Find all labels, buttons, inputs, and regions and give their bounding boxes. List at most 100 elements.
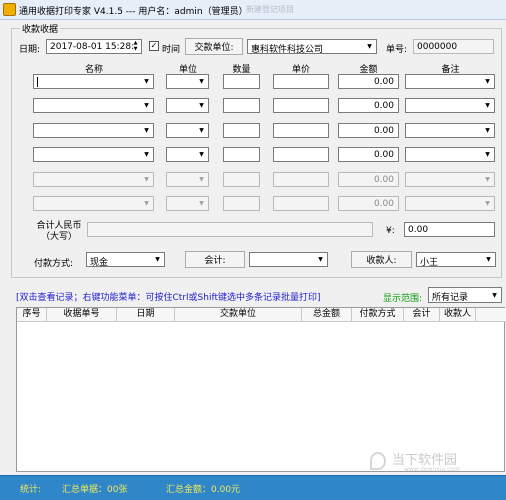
- date-spin-icon[interactable]: ▲ ▼: [131, 40, 140, 53]
- chevron-down-icon: ▼: [485, 200, 490, 207]
- date-label: 日期:: [19, 45, 41, 55]
- item-price-field: [273, 196, 329, 211]
- chevron-down-icon[interactable]: ▼: [196, 125, 207, 136]
- chevron-down-icon[interactable]: ▼: [482, 76, 493, 87]
- status-total-amount: 汇总金额：0.00元: [166, 485, 241, 495]
- chevron-down-icon[interactable]: ▼: [483, 254, 494, 265]
- yen-field[interactable]: 0.00: [404, 222, 495, 237]
- item-price-field[interactable]: [273, 74, 329, 89]
- payer-select[interactable]: 惠科软件科技公司 ▼: [247, 39, 377, 55]
- item-name-select: ▼: [33, 196, 154, 211]
- chevron-down-icon: ▼: [485, 176, 490, 183]
- status-total-count: 汇总单据：00张: [62, 485, 128, 495]
- chevron-down-icon[interactable]: ▼: [196, 149, 207, 160]
- pay-method-select[interactable]: 现金 ▼: [86, 252, 165, 268]
- chevron-down-icon[interactable]: ▼: [364, 41, 375, 52]
- item-qty-field[interactable]: [223, 123, 260, 138]
- total-select[interactable]: ▼: [249, 252, 328, 267]
- chevron-down-icon[interactable]: ▼: [152, 254, 163, 265]
- grid-col-header[interactable]: 会计: [404, 308, 440, 322]
- status-bar: 统计: 汇总单据：00张 汇总金额：0.00元: [0, 475, 506, 500]
- item-note-select: ▼: [405, 196, 495, 211]
- item-amount-field[interactable]: 0.00: [338, 98, 399, 113]
- chevron-down-icon[interactable]: ▼: [141, 100, 152, 111]
- item-price-field: [273, 172, 329, 187]
- total-button[interactable]: 会计:: [185, 251, 245, 268]
- item-amount-field[interactable]: 0.00: [338, 74, 399, 89]
- grid-col-header[interactable]: 日期: [117, 308, 175, 322]
- item-qty-field[interactable]: [223, 74, 260, 89]
- chevron-down-icon: ▼: [144, 176, 149, 183]
- chevron-down-icon[interactable]: ▼: [489, 289, 500, 301]
- date-field[interactable]: 2017-08-01 15:28: ▲ ▼: [46, 39, 142, 54]
- item-note-select[interactable]: ▼: [405, 123, 495, 138]
- item-amount-field: 0.00: [338, 172, 399, 187]
- chevron-down-icon: ▼: [144, 200, 149, 207]
- hint-text: [双击查看记录；右键功能菜单：可按住Ctrl或Shift键选中多条记录批量打印]: [16, 293, 321, 303]
- time-label: 时间: [162, 45, 181, 55]
- item-name-select[interactable]: ▼: [33, 74, 154, 89]
- item-qty-field: [223, 172, 260, 187]
- group-title: 收款收据: [20, 22, 61, 35]
- item-qty-field: [223, 196, 260, 211]
- item-note-select[interactable]: ▼: [405, 98, 495, 113]
- grid-col-header[interactable]: 交款单位: [175, 308, 302, 322]
- records-table[interactable]: 序号 收据单号 日期 交款单位 总金额 付款方式 会计 收款人: [16, 307, 506, 472]
- payer-button[interactable]: 交款单位:: [185, 38, 243, 55]
- item-amount-field: 0.00: [338, 196, 399, 211]
- chevron-down-icon[interactable]: ▼: [141, 76, 152, 87]
- item-name-select[interactable]: ▼: [33, 123, 154, 138]
- chevron-down-icon[interactable]: ▼: [141, 149, 152, 160]
- window-title: 通用收据打印专家 V4.1.5 --- 用户名：admin（管理员）: [19, 7, 248, 17]
- item-name-select[interactable]: ▼: [33, 147, 154, 162]
- item-unit-select[interactable]: ▼: [166, 123, 209, 138]
- grid-col-header[interactable]: 序号: [17, 308, 47, 322]
- yen-label: ¥:: [386, 226, 395, 236]
- item-price-field[interactable]: [273, 98, 329, 113]
- grid-col-header[interactable]: 收据单号: [47, 308, 117, 322]
- text-caret: [37, 77, 38, 87]
- range-select[interactable]: 所有记录 ▼: [428, 287, 502, 303]
- chevron-down-icon: ▼: [199, 200, 204, 207]
- grid-col-header[interactable]: 总金额: [302, 308, 352, 322]
- chevron-down-icon[interactable]: ▼: [141, 125, 152, 136]
- item-amount-field[interactable]: 0.00: [338, 123, 399, 138]
- grid-col-header[interactable]: 收款人: [440, 308, 476, 322]
- receipt-no-field: 0000000: [413, 39, 494, 54]
- chevron-down-icon[interactable]: ▼: [196, 76, 207, 87]
- item-unit-select: ▼: [166, 196, 209, 211]
- item-unit-select[interactable]: ▼: [166, 98, 209, 113]
- range-label: 显示范围:: [383, 294, 423, 304]
- chevron-down-icon[interactable]: ▼: [315, 254, 326, 265]
- item-note-select: ▼: [405, 172, 495, 187]
- item-name-select: ▼: [33, 172, 154, 187]
- total-rmb-field: [87, 222, 373, 237]
- chevron-down-icon[interactable]: ▼: [196, 100, 207, 111]
- watermark-sub: www.downxia.com: [404, 466, 460, 473]
- payee-button[interactable]: 收款人:: [351, 251, 412, 268]
- chevron-down-icon: ▼: [199, 176, 204, 183]
- time-checkbox[interactable]: ✓: [149, 41, 159, 51]
- status-label: 统计:: [20, 485, 42, 495]
- item-price-field[interactable]: [273, 123, 329, 138]
- item-qty-field[interactable]: [223, 98, 260, 113]
- item-unit-select[interactable]: ▼: [166, 74, 209, 89]
- chevron-down-icon[interactable]: ▼: [482, 125, 493, 136]
- total-rmb-label: 合计人民币 （大写）: [36, 221, 82, 242]
- grid-col-header[interactable]: 付款方式: [352, 308, 404, 322]
- item-note-select[interactable]: ▼: [405, 147, 495, 162]
- app-icon: [3, 3, 16, 16]
- pay-method-label: 付款方式:: [34, 259, 74, 269]
- item-amount-field[interactable]: 0.00: [338, 147, 399, 162]
- watermark-logo-icon: [370, 452, 386, 470]
- item-name-select[interactable]: ▼: [33, 98, 154, 113]
- table-header: 序号 收据单号 日期 交款单位 总金额 付款方式 会计 收款人: [17, 308, 506, 322]
- payee-select[interactable]: 小王 ▼: [416, 252, 496, 268]
- item-unit-select[interactable]: ▼: [166, 147, 209, 162]
- item-qty-field[interactable]: [223, 147, 260, 162]
- chevron-down-icon[interactable]: ▼: [482, 100, 493, 111]
- chevron-down-icon[interactable]: ▼: [482, 149, 493, 160]
- item-price-field[interactable]: [273, 147, 329, 162]
- item-unit-select: ▼: [166, 172, 209, 187]
- item-note-select[interactable]: ▼: [405, 74, 495, 89]
